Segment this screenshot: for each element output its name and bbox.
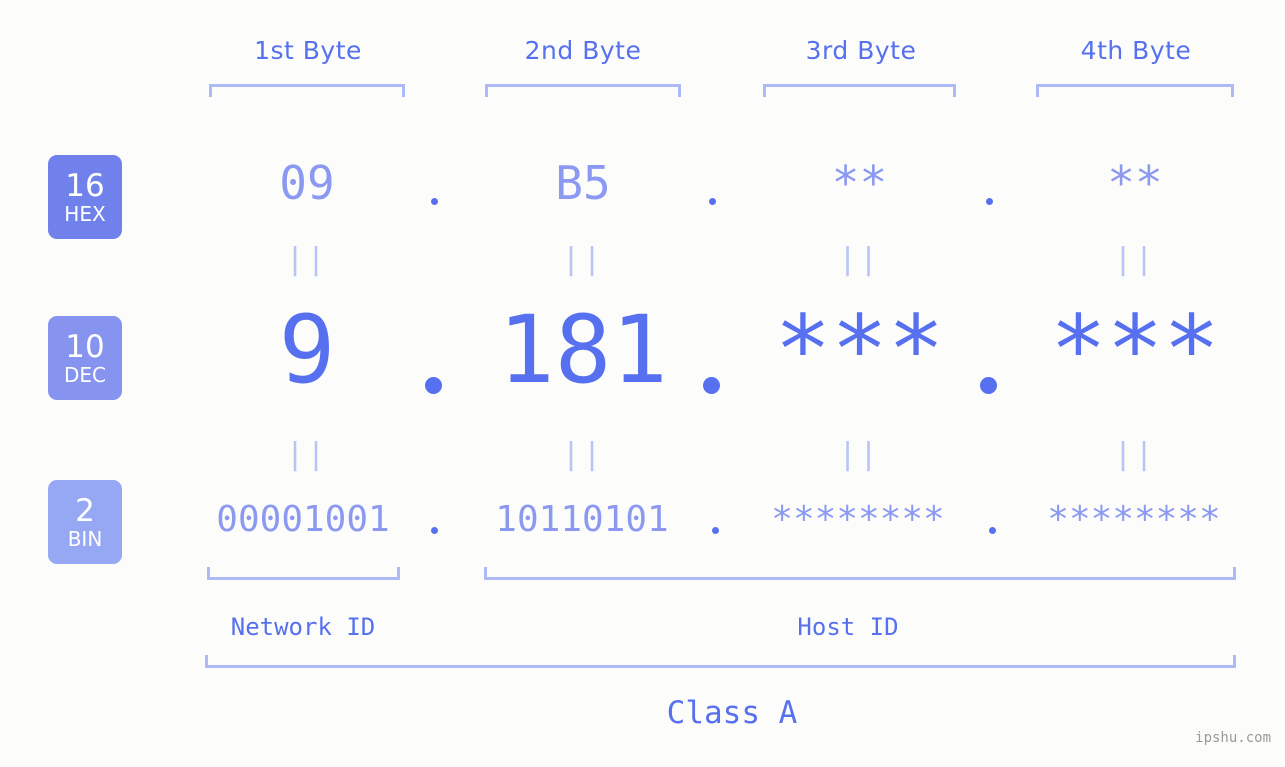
base-badge-hex: 16 HEX	[48, 155, 122, 239]
network-id-bracket	[207, 567, 400, 580]
bin-octet-3: ********	[771, 499, 945, 540]
bin-octet-1: 00001001	[216, 499, 390, 540]
bin-octet-2: 10110101	[495, 499, 669, 540]
base-badge-dec-number: 10	[65, 328, 105, 365]
hex-separator-3	[986, 198, 993, 205]
network-id-label: Network ID	[230, 613, 376, 641]
bin-separator-3	[989, 527, 996, 534]
equality-mark-hexdec-3: ||	[838, 242, 881, 277]
base-badge-bin-abbr: BIN	[67, 526, 103, 551]
byte-header-1: 1st Byte	[254, 36, 362, 65]
equality-mark-hexdec-2: ||	[561, 242, 605, 277]
class-bracket	[205, 655, 1236, 668]
equality-mark-hexdec-1: ||	[285, 242, 329, 277]
hex-octet-4: **	[1107, 156, 1163, 210]
base-badge-bin-number: 2	[75, 492, 95, 529]
dec-separator-1	[425, 377, 442, 394]
hex-octet-1: 09	[279, 156, 335, 210]
dec-octet-4: ***	[1050, 296, 1220, 405]
bin-separator-2	[712, 527, 719, 534]
equality-mark-decbin-2: ||	[561, 437, 605, 472]
hex-octet-2: B5	[555, 156, 611, 210]
bin-separator-1	[431, 527, 438, 534]
equality-mark-decbin-3: ||	[838, 437, 881, 472]
ip-breakdown-diagram: 1st Byte 2nd Byte 3rd Byte 4th Byte 16 H…	[0, 0, 1285, 767]
dec-octet-1: 9	[278, 296, 336, 405]
dec-octet-3: ***	[774, 296, 945, 405]
dec-separator-3	[980, 377, 997, 394]
equality-mark-hexdec-4: ||	[1113, 242, 1157, 277]
bin-octet-4: ********	[1047, 499, 1221, 540]
byte-bracket-top-3	[763, 84, 956, 97]
class-label: Class A	[666, 695, 798, 731]
byte-header-2: 2nd Byte	[524, 36, 642, 65]
dec-separator-2	[703, 377, 720, 394]
byte-bracket-top-1	[209, 84, 405, 97]
hex-separator-2	[709, 198, 716, 205]
dec-octet-2: 181	[498, 296, 668, 405]
byte-bracket-top-2	[485, 84, 681, 97]
hex-octet-3: **	[831, 156, 888, 210]
byte-bracket-top-4	[1036, 84, 1234, 97]
byte-header-4: 4th Byte	[1080, 36, 1192, 65]
base-badge-hex-abbr: HEX	[64, 201, 106, 226]
base-badge-bin: 2 BIN	[48, 480, 122, 564]
base-badge-hex-number: 16	[65, 167, 105, 204]
base-badge-dec-abbr: DEC	[63, 362, 106, 387]
host-id-bracket	[484, 567, 1236, 580]
base-badge-dec: 10 DEC	[48, 316, 122, 400]
equality-mark-decbin-1: ||	[285, 437, 329, 472]
byte-header-3: 3rd Byte	[805, 36, 917, 65]
host-id-label: Host ID	[797, 613, 899, 641]
site-watermark: ipshu.com	[1195, 730, 1271, 746]
equality-mark-decbin-4: ||	[1113, 437, 1157, 472]
hex-separator-1	[431, 198, 438, 205]
